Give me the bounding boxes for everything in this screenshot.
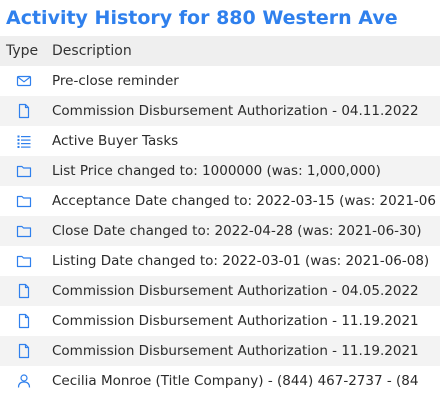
table-row[interactable]: List Price changed to: 1000000 (was: 1,0… [0,156,440,186]
row-description: Pre-close reminder [52,73,179,89]
table-row[interactable]: Pre-close reminder [0,66,440,96]
row-description: Active Buyer Tasks [52,133,179,149]
row-description: Listing Date changed to: 2022-03-01 (was… [52,253,430,269]
table-row[interactable]: Listing Date changed to: 2022-03-01 (was… [0,246,440,276]
page-title: Activity History for 880 Western Ave [6,7,398,29]
table-row[interactable]: Cecilia Monroe (Title Company) - (844) 4… [0,366,440,396]
table-body: Pre-close reminder Commission Disbursemen… [0,66,440,396]
person-icon [0,373,50,389]
folder-icon [0,223,50,239]
row-description: Commission Disbursement Authorization - … [52,103,419,119]
list-icon [0,133,50,149]
table-row[interactable]: Commission Disbursement Authorization - … [0,336,440,366]
table-row[interactable]: Close Date changed to: 2022-04-28 (was: … [0,216,440,246]
column-header-description[interactable]: Description [46,43,132,59]
table-row[interactable]: Commission Disbursement Authorization - … [0,276,440,306]
envelope-icon [0,73,50,89]
document-icon [0,343,50,359]
folder-icon [0,193,50,209]
document-icon [0,103,50,119]
table-row[interactable]: Commission Disbursement Authorization - … [0,96,440,126]
folder-icon [0,253,50,269]
table-row[interactable]: Commission Disbursement Authorization - … [0,306,440,336]
document-icon [0,283,50,299]
row-description: List Price changed to: 1000000 (was: 1,0… [52,163,381,179]
folder-icon [0,163,50,179]
table-row[interactable]: Acceptance Date changed to: 2022-03-15 (… [0,186,440,216]
activity-table: Type Description Pre-close reminder Commi… [0,36,440,396]
row-description: Commission Disbursement Authorization - … [52,343,419,359]
table-row[interactable]: Active Buyer Tasks [0,126,440,156]
row-description: Close Date changed to: 2022-04-28 (was: … [52,223,422,239]
document-icon [0,313,50,329]
row-description: Commission Disbursement Authorization - … [52,283,419,299]
table-header: Type Description [0,36,440,66]
row-description: Cecilia Monroe (Title Company) - (844) 4… [52,373,419,389]
column-header-type[interactable]: Type [0,43,46,59]
row-description: Commission Disbursement Authorization - … [52,313,419,329]
row-description: Acceptance Date changed to: 2022-03-15 (… [52,193,436,209]
